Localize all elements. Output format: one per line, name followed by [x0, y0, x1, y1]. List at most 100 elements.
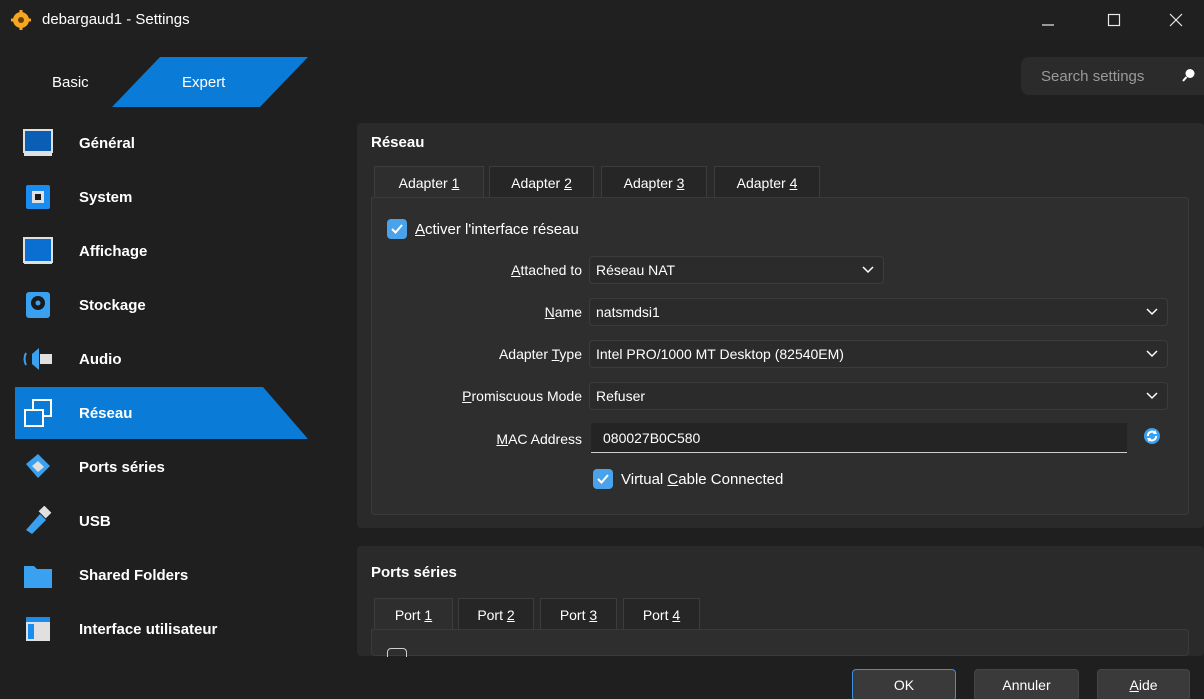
- mac-address-label: MAC Address: [496, 431, 582, 447]
- window-title: debargaud1 - Settings: [42, 11, 190, 28]
- serial-section-title: Ports séries: [371, 564, 457, 581]
- close-button[interactable]: [1148, 0, 1204, 40]
- tab-label: Port: [559, 606, 586, 623]
- sidebar-item-label: Général: [79, 134, 135, 152]
- sidebar-item-label: Interface utilisateur: [79, 620, 218, 638]
- name-select[interactable]: natsmdsi1: [589, 298, 1168, 326]
- network-section-title: Réseau: [371, 134, 425, 151]
- disk-icon: [21, 288, 55, 322]
- promiscuous-mode-label: Promiscuous Mode: [462, 388, 582, 404]
- name-label: Name: [544, 304, 582, 320]
- sidebar-item-label: Affichage: [79, 242, 148, 260]
- adapter-type-select[interactable]: Intel PRO/1000 MT Desktop (82540EM): [589, 340, 1168, 368]
- sidebar-item-user-interface[interactable]: Interface utilisateur: [15, 603, 308, 655]
- sidebar-item-label: Shared Folders: [79, 566, 189, 584]
- enable-adapter-label: Activer l'interface réseau: [415, 220, 579, 238]
- cable-connected-checkbox[interactable]: Virtual Cable Connected: [593, 469, 783, 489]
- minimize-button[interactable]: [1020, 0, 1076, 40]
- ui-window-icon: [21, 612, 55, 646]
- adapter-type-value: Intel PRO/1000 MT Desktop (82540EM): [596, 346, 844, 362]
- cancel-button[interactable]: Annuler: [974, 669, 1079, 699]
- tab-key: 1: [451, 174, 460, 191]
- maximize-button[interactable]: [1086, 0, 1142, 40]
- chip-icon: [21, 180, 55, 214]
- chevron-down-icon: [862, 266, 874, 274]
- tab-label: Adapter: [736, 174, 786, 191]
- chevron-down-icon: [1146, 350, 1158, 358]
- mode-expert-label: Expert: [182, 73, 226, 91]
- cancel-label: Annuler: [1002, 677, 1051, 693]
- promiscuous-mode-value: Refuser: [596, 388, 646, 404]
- tab-label: Adapter: [511, 174, 561, 191]
- sidebar-item-network[interactable]: Réseau: [15, 387, 308, 439]
- tab-key: 3: [589, 606, 598, 623]
- adapter-type-label: Adapter Type: [498, 346, 582, 362]
- refresh-mac-button[interactable]: [1143, 427, 1161, 448]
- tab-label: Port: [394, 606, 421, 623]
- mac-address-value: 080027B0C580: [603, 429, 701, 446]
- serial-port-icon: [21, 450, 55, 484]
- search-placeholder: Search settings: [1041, 67, 1145, 85]
- sidebar-item-audio[interactable]: Audio: [15, 333, 308, 385]
- tab-key: 4: [789, 174, 798, 191]
- search-input[interactable]: Search settings: [1021, 57, 1204, 95]
- port-1-page: [371, 629, 1189, 656]
- sidebar-item-label: Ports séries: [79, 458, 165, 476]
- tab-key: 3: [676, 174, 685, 191]
- minimize-icon: [1042, 24, 1054, 26]
- folder-icon: [21, 558, 55, 592]
- chevron-down-icon: [1146, 392, 1158, 400]
- sidebar-item-label: System: [79, 188, 133, 206]
- attached-to-value: Réseau NAT: [596, 262, 676, 278]
- name-value: natsmdsi1: [596, 304, 660, 320]
- enable-adapter-checkbox[interactable]: Activer l'interface réseau: [387, 219, 579, 239]
- tab-key: 2: [506, 606, 515, 623]
- close-icon: [1169, 13, 1183, 27]
- tab-adapter-3[interactable]: Adapter 3: [601, 166, 707, 198]
- ok-button[interactable]: OK: [852, 669, 956, 699]
- sidebar-item-label: USB: [79, 512, 111, 530]
- tab-adapter-2[interactable]: Adapter 2: [489, 166, 594, 198]
- ok-label: OK: [893, 677, 915, 693]
- network-icon: [21, 396, 55, 430]
- display-icon: [21, 234, 55, 268]
- tab-key: 1: [424, 606, 433, 623]
- tab-port-3[interactable]: Port 3: [540, 598, 617, 630]
- sidebar-item-system[interactable]: System: [15, 171, 308, 223]
- tab-label: Adapter: [623, 174, 673, 191]
- help-label: Aide: [1129, 677, 1158, 693]
- sidebar-item-shared-folders[interactable]: Shared Folders: [15, 549, 308, 601]
- attached-to-select[interactable]: Réseau NAT: [589, 256, 884, 284]
- tab-adapter-4[interactable]: Adapter 4: [714, 166, 820, 198]
- speaker-icon: [21, 342, 55, 376]
- help-button[interactable]: Aide: [1097, 669, 1190, 699]
- sidebar-item-display[interactable]: Affichage: [15, 225, 308, 277]
- tab-port-2[interactable]: Port 2: [458, 598, 534, 630]
- tab-key: 4: [672, 606, 681, 623]
- sidebar-item-label: Réseau: [79, 404, 133, 422]
- tab-port-4[interactable]: Port 4: [623, 598, 700, 630]
- refresh-icon: [1144, 428, 1160, 444]
- sidebar-item-usb[interactable]: USB: [15, 495, 308, 547]
- sidebar-item-storage[interactable]: Stockage: [15, 279, 308, 331]
- chevron-down-icon: [1146, 308, 1158, 316]
- virtualbox-app-icon: [11, 10, 31, 30]
- tab-adapter-1[interactable]: Adapter 1: [374, 166, 484, 198]
- mode-basic-label: Basic: [52, 73, 89, 91]
- maximize-icon: [1107, 13, 1121, 27]
- sidebar-item-label: Stockage: [79, 296, 146, 314]
- tab-label: Port: [642, 606, 669, 623]
- sidebar-item-general[interactable]: Général: [15, 117, 308, 169]
- mac-address-input[interactable]: 080027B0C580: [591, 423, 1127, 453]
- monitor-icon: [21, 126, 55, 160]
- checkmark-icon: [387, 219, 407, 239]
- attached-to-label: Attached to: [511, 262, 582, 278]
- tab-label: Port: [477, 606, 503, 623]
- tab-label: Adapter: [398, 174, 448, 191]
- promiscuous-mode-select[interactable]: Refuser: [589, 382, 1168, 410]
- cable-connected-label: Virtual Cable Connected: [621, 470, 784, 488]
- search-icon[interactable]: [1181, 67, 1197, 83]
- usb-icon: [21, 504, 55, 538]
- sidebar-item-serial-ports[interactable]: Ports séries: [15, 441, 308, 493]
- tab-port-1[interactable]: Port 1: [374, 598, 453, 630]
